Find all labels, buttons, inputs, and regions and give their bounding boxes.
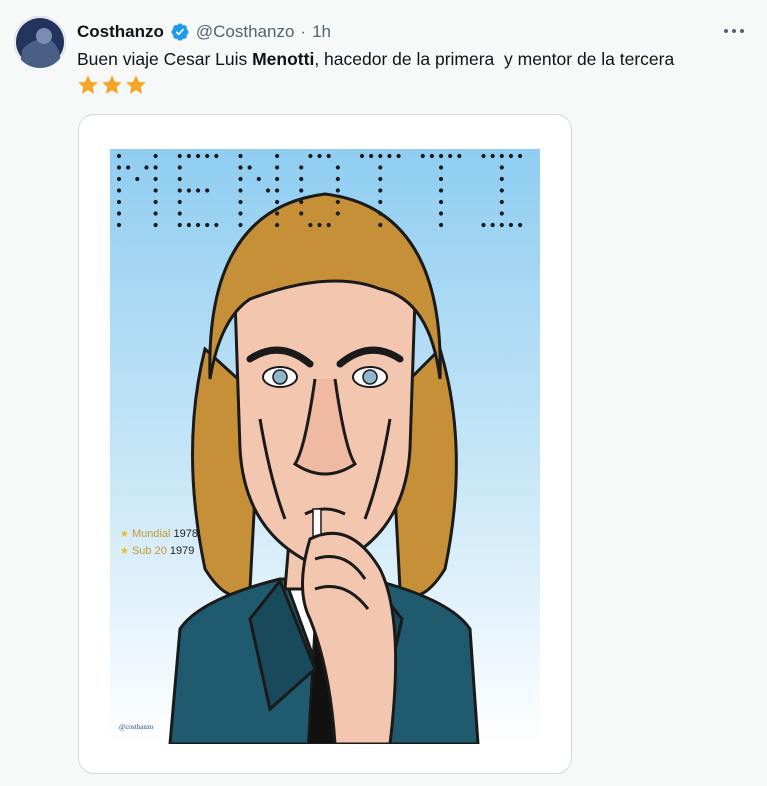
- author-handle[interactable]: @Costhanzo: [196, 22, 295, 42]
- tweet[interactable]: Costhanzo @Costhanzo · 1h Buen viaje Ces…: [0, 0, 767, 786]
- star-icon: ★: [120, 529, 129, 540]
- competition-year: 1978: [173, 528, 198, 540]
- tweet-timestamp[interactable]: 1h: [312, 22, 331, 42]
- star-icon: [126, 75, 146, 94]
- author-name[interactable]: Costhanzo: [77, 22, 164, 42]
- author-avatar[interactable]: [14, 16, 66, 68]
- star-emoji-row: [77, 74, 147, 96]
- tweet-text-bold: Menotti: [252, 49, 315, 69]
- tweet-text-start: Buen viaje Cesar Luis: [77, 49, 253, 69]
- poster-title-dotted: [112, 150, 538, 232]
- star-icon: [102, 75, 122, 94]
- tweet-image[interactable]: ★ Mundial 1978 ★ Sub 20 1979 @costhanzo: [78, 114, 572, 774]
- dotted-title-art: [116, 153, 523, 228]
- tweet-text: Buen viaje Cesar Luis Menotti, hacedor d…: [77, 47, 674, 71]
- star-icon: [78, 75, 98, 94]
- artist-signature: @costhanzo: [119, 723, 154, 731]
- competition-name: Sub 20: [131, 545, 167, 557]
- verified-badge-icon: [170, 22, 190, 42]
- caricature-illustration: [110, 149, 540, 744]
- competition-year: 1979: [169, 545, 195, 557]
- poster-title-row: ★ Mundial 1978: [120, 526, 198, 543]
- more-options-icon[interactable]: [716, 18, 752, 44]
- tweet-text-end: , hacedor de la primera y mentor de la t…: [314, 49, 675, 69]
- menotti-poster: [110, 149, 540, 744]
- separator-dot: ·: [300, 22, 307, 41]
- tweet-header: Costhanzo @Costhanzo · 1h: [77, 20, 331, 44]
- poster-titles-list: ★ Mundial 1978 ★ Sub 20 1979: [120, 526, 198, 560]
- star-icon: ★: [120, 546, 129, 557]
- competition-name: Mundial: [131, 528, 171, 540]
- poster-title-row: ★ Sub 20 1979: [120, 543, 198, 560]
